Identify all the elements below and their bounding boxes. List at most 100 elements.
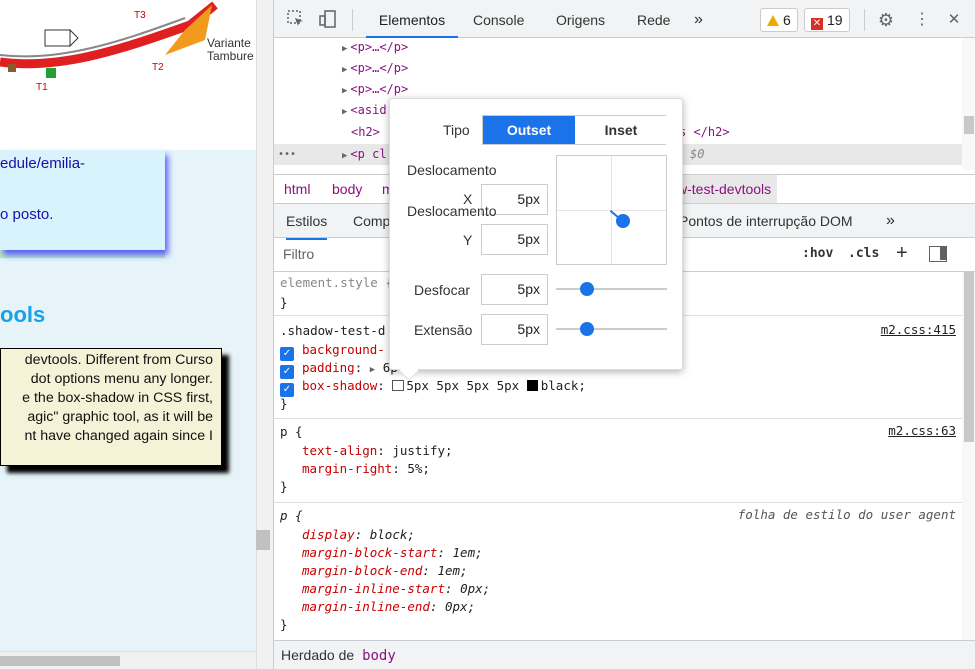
blur-slider-knob[interactable] <box>580 282 594 296</box>
tab-network[interactable]: Rede <box>637 0 670 38</box>
kebab-menu-icon[interactable]: ⋮ <box>912 10 932 30</box>
declaration-margin-block-end: margin-block-end: 1em; <box>302 563 468 578</box>
paragraph-line: agic" graphic tool, as it will be <box>27 409 213 425</box>
p-rule-m2: p { m2.css:63 text-align: justify; margi… <box>274 420 962 503</box>
selected-node-marker: $0 <box>690 147 705 161</box>
expand-triangle-icon[interactable]: ▶ <box>342 107 347 117</box>
paragraph-line: nt have changed again since I <box>24 428 213 444</box>
breadcrumb-body[interactable]: body <box>332 175 362 203</box>
rule-selector[interactable]: .shadow-test-d <box>280 322 385 340</box>
dom-node-row[interactable]: ▶ <p>…</p> <box>274 58 962 79</box>
shadow-editor-popup: Tipo Outset Inset Deslocamento X 5px Des… <box>389 98 683 381</box>
user-agent-source: folha de estilo do user agent <box>737 507 956 522</box>
y-axis-label: Y <box>463 232 473 248</box>
web-page-viewport: Variante Tambure T1 T2 T3 edule/emilia- … <box>0 0 256 669</box>
page-link-2[interactable]: o posto. <box>0 206 53 223</box>
spread-slider[interactable] <box>556 322 667 336</box>
device-toolbar-icon[interactable] <box>318 10 338 30</box>
styles-scrollbar[interactable] <box>962 272 975 640</box>
tab-elements[interactable]: Elementos <box>366 0 458 38</box>
inspect-element-icon[interactable] <box>286 10 306 30</box>
elements-scroll-thumb[interactable] <box>964 116 974 134</box>
toggle-sidebar-icon[interactable] <box>929 246 947 262</box>
tab-sources[interactable]: Origens <box>556 0 605 38</box>
filter-input[interactable]: Filtro <box>283 246 314 262</box>
hover-state-toggle[interactable]: :hov <box>802 246 833 261</box>
paragraph-line: devtools. Different from Curso <box>24 352 213 368</box>
warnings-count: 6 <box>783 12 791 28</box>
page-vertical-scroll-thumb[interactable] <box>256 530 270 550</box>
rule-close-brace: } <box>280 479 288 494</box>
p-rule-user-agent: p { folha de estilo do user agent displa… <box>274 504 962 640</box>
tab-styles[interactable]: Estilos <box>286 204 328 240</box>
styles-scroll-thumb[interactable] <box>964 272 974 442</box>
node-actions-dots[interactable]: ••• <box>278 144 296 165</box>
inherited-from-body-link[interactable]: body <box>362 648 396 664</box>
page-link-1[interactable]: edule/emilia- <box>0 155 85 172</box>
source-link[interactable]: m2.css:63 <box>888 423 956 438</box>
spread-label: Extensão <box>414 322 473 338</box>
rule-close-brace: } <box>280 396 288 411</box>
breadcrumb-html[interactable]: html <box>284 175 310 203</box>
spread-slider-knob[interactable] <box>580 322 594 336</box>
expand-triangle-icon[interactable]: ▶ <box>342 86 347 96</box>
declaration-margin-block-start: margin-block-start: 1em; <box>302 545 483 560</box>
map-label-t2: T2 <box>152 62 164 73</box>
page-horizontal-scrollbar[interactable] <box>0 651 256 669</box>
dom-node-row[interactable]: ▶ <p>…</p> <box>274 79 962 100</box>
screen: Variante Tambure T1 T2 T3 edule/emilia- … <box>0 0 975 669</box>
tab-dom-breakpoints[interactable]: Pontos de interrupção DOM <box>679 204 853 238</box>
warnings-badge[interactable]: 6 <box>760 8 798 32</box>
rule-selector[interactable]: p { <box>280 423 303 441</box>
warning-icon <box>767 15 779 26</box>
route-map-image: Variante Tambure T1 T2 T3 <box>0 0 256 150</box>
type-label: Tipo <box>443 122 470 138</box>
toolbar-divider <box>864 9 865 31</box>
element-style-selector[interactable]: element.style { <box>280 274 393 292</box>
errors-badge[interactable]: ✕ 19 <box>804 8 850 32</box>
breadcrumb-selected-element[interactable]: w-test-devtools <box>671 175 778 203</box>
page-vertical-scrollbar[interactable] <box>256 0 273 669</box>
elements-scrollbar[interactable] <box>962 38 975 170</box>
map-label-tambure: Tambure <box>207 49 254 63</box>
blur-input[interactable]: 5px <box>481 274 548 305</box>
offset-y-input[interactable]: 5px <box>481 224 548 255</box>
settings-gear-icon[interactable]: ⚙ <box>876 10 896 30</box>
expand-triangle-icon[interactable]: ▶ <box>342 44 347 54</box>
error-icon: ✕ <box>811 18 823 30</box>
declaration-margin-inline-start: margin-inline-start: 0px; <box>302 581 491 596</box>
declaration-padding: ✓padding: ▶ 6p <box>280 359 398 379</box>
inset-button[interactable]: Inset <box>575 116 667 144</box>
page-horizontal-scroll-thumb[interactable] <box>0 656 120 666</box>
declaration-display: display: block; <box>302 527 415 542</box>
declaration-background: ✓ background- <box>280 341 385 361</box>
map-label-t3: T3 <box>134 10 146 21</box>
declaration-text-align: text-align: justify; <box>302 443 453 458</box>
outset-button[interactable]: Outset <box>483 116 575 144</box>
map-graphic <box>0 1 218 78</box>
offset-x-label: Deslocamento <box>407 162 497 178</box>
spread-input[interactable]: 5px <box>481 314 548 345</box>
dom-node-row[interactable]: ▶ <p>…</p> <box>274 38 962 58</box>
inherited-from-section: Herdado de body <box>274 640 975 669</box>
more-subtabs-button[interactable]: » <box>886 204 895 238</box>
shadow-test-devtools-box: devtools. Different from Curso dot optio… <box>0 348 222 466</box>
expand-triangle-icon[interactable]: ▶ <box>342 151 347 161</box>
close-devtools-icon[interactable]: ✕ <box>944 10 964 30</box>
class-toggle[interactable]: .cls <box>848 246 879 261</box>
shadow-editor-icon[interactable] <box>392 380 405 391</box>
expand-triangle-icon[interactable]: ▶ <box>342 65 347 75</box>
expand-shorthand-icon[interactable]: ▶ <box>370 365 375 375</box>
offset-handle[interactable] <box>616 214 630 228</box>
offset-2d-pad[interactable] <box>556 155 667 265</box>
tab-computed[interactable]: Comp <box>353 204 390 238</box>
toolbar-divider <box>352 9 353 31</box>
blur-slider[interactable] <box>556 282 667 296</box>
more-tabs-button[interactable]: » <box>694 0 703 38</box>
source-link[interactable]: m2.css:415 <box>881 322 956 337</box>
color-swatch[interactable] <box>526 380 538 391</box>
rule-close-brace: } <box>280 617 288 632</box>
tab-console[interactable]: Console <box>473 0 524 38</box>
declaration-margin-inline-end: margin-inline-end: 0px; <box>302 599 476 614</box>
new-style-rule-button[interactable]: + <box>896 242 908 265</box>
